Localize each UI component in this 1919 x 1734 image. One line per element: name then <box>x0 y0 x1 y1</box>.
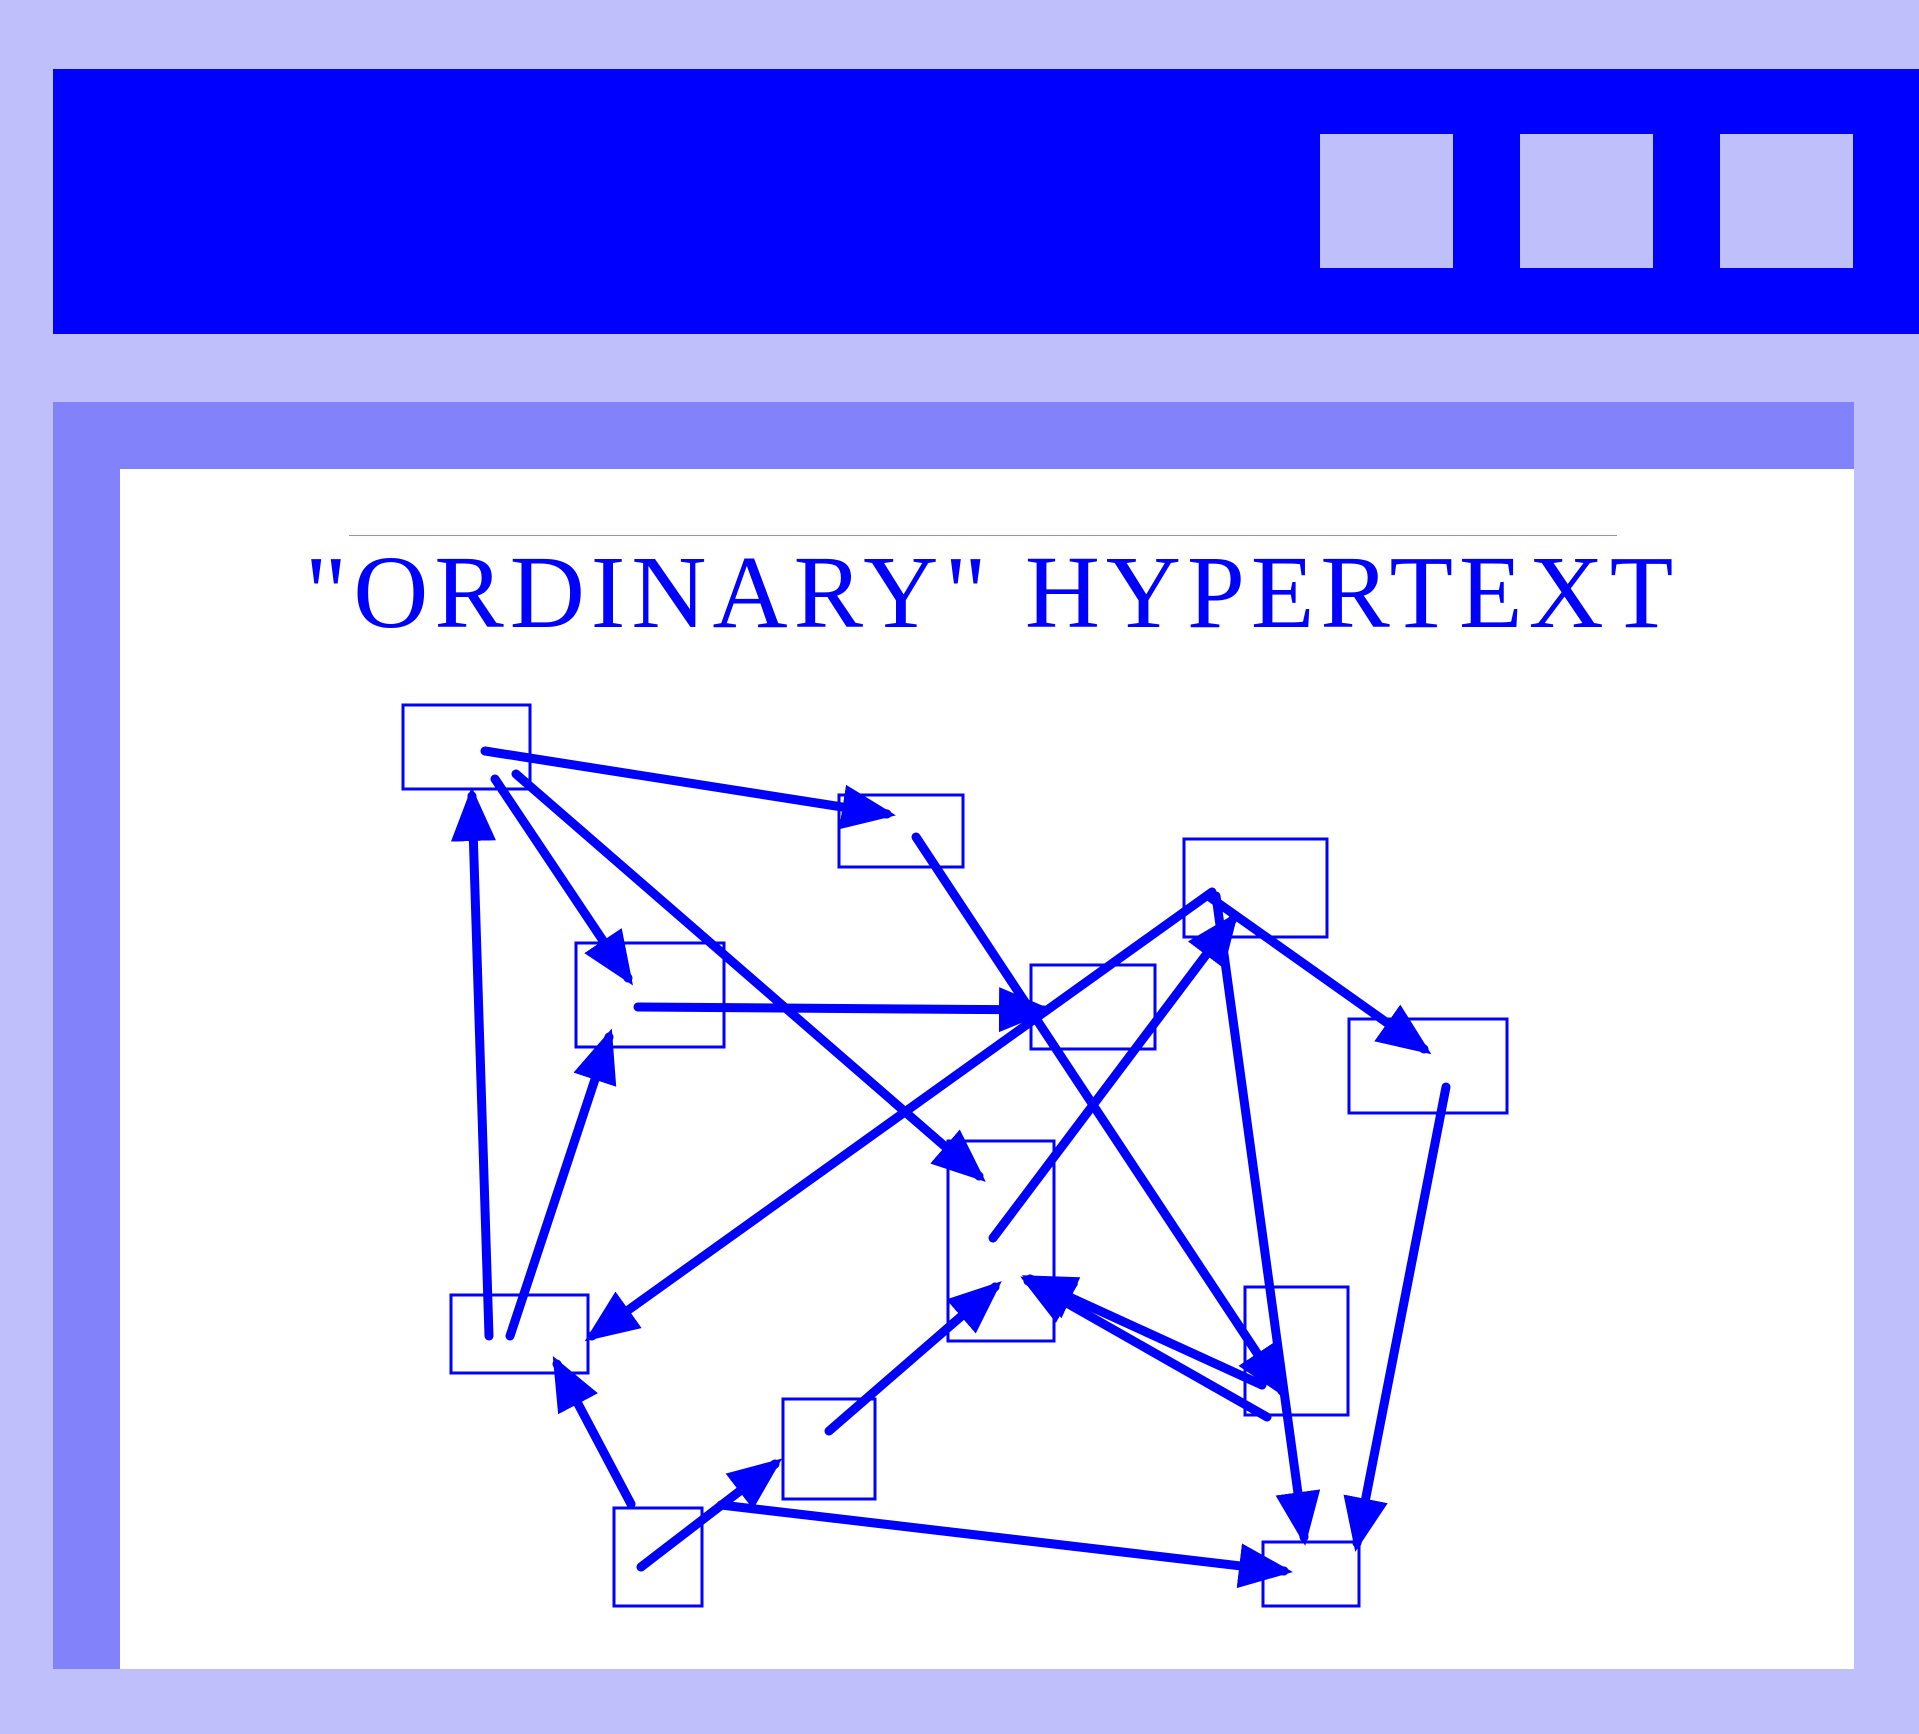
diagram-link-arrow <box>1211 891 1321 1546</box>
diagram-canvas: "ORDINARY" HYPERTEXT <box>120 469 1854 1669</box>
diagram-link-arrow <box>505 1028 617 1341</box>
diagram-node <box>1182 837 1329 939</box>
hypertext-diagram <box>401 703 1509 1608</box>
diagram-link-arrow <box>1206 893 1432 1055</box>
diagram-link-arrow <box>716 1500 1293 1589</box>
diagram-link-arrow <box>1020 1276 1272 1422</box>
diagram-link-arrow <box>450 787 496 1341</box>
diagram-node <box>781 1397 877 1501</box>
diagram-link-arrow <box>636 1458 783 1572</box>
maximize-button[interactable] <box>1520 134 1653 268</box>
diagram-link-arrow <box>633 987 1053 1033</box>
window-titlebar <box>53 69 1919 334</box>
diagram-link-arrow <box>584 887 1217 1342</box>
diagram-node <box>1347 1017 1509 1115</box>
diagram-link-arrow <box>552 1356 636 1509</box>
content-pane: "ORDINARY" HYPERTEXT <box>53 402 1854 1669</box>
diagram-node <box>401 703 532 791</box>
diagram-link-arrow <box>824 1281 1002 1436</box>
minimize-button[interactable] <box>1320 134 1453 268</box>
close-button[interactable] <box>1720 134 1853 268</box>
diagram-link-arrow <box>1343 1082 1451 1552</box>
diagram-node <box>574 941 726 1049</box>
diagram-link-arrow <box>1021 1274 1267 1390</box>
